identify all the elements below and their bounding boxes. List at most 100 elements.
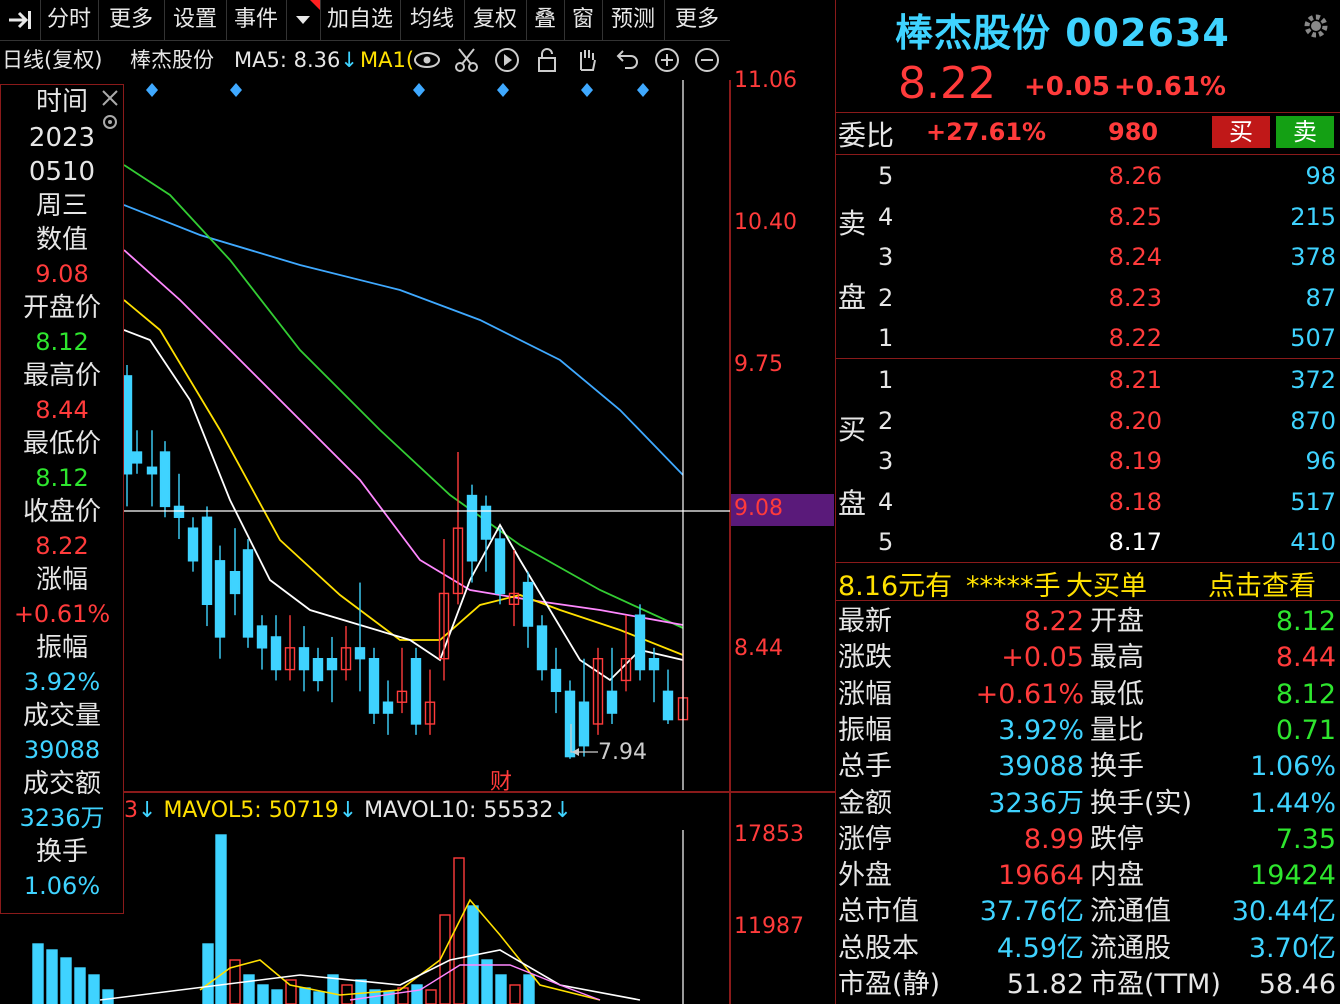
divider: [835, 562, 1340, 563]
event-diamond-icon: [637, 83, 649, 97]
hand-icon[interactable]: [573, 46, 601, 74]
low-marker-label: 7.94: [598, 740, 647, 765]
candle-body: [662, 690, 674, 721]
volume-bar: [243, 974, 255, 1004]
gear-icon[interactable]: [99, 111, 121, 133]
buy-button[interactable]: 买: [1212, 116, 1270, 148]
ask-price: 8.25: [1108, 202, 1162, 231]
info-value: 9.08: [35, 260, 89, 288]
bid-row[interactable]: 4 8.18 517: [872, 482, 1340, 522]
toolbar-item-more-2[interactable]: 更多: [664, 0, 730, 40]
big-order-row[interactable]: 8.16元有: [838, 564, 952, 603]
candle-body: [536, 625, 548, 671]
volume-axis-tick: 11987: [734, 914, 804, 939]
price-axis-tick: 9.75: [734, 352, 783, 377]
info-close: 8.22: [35, 532, 89, 560]
toolbar-item-forecast[interactable]: 预测: [602, 0, 665, 40]
settings-gear-icon[interactable]: [1300, 10, 1332, 42]
kline-chart[interactable]: [0, 80, 835, 1004]
ask-row[interactable]: 1 8.22 507: [872, 318, 1340, 358]
toolbar-item-adjust[interactable]: 复权: [464, 0, 527, 40]
volume-bar: [60, 957, 72, 1004]
zoom-in-icon[interactable]: [653, 46, 681, 74]
sell-button[interactable]: 卖: [1276, 116, 1334, 148]
volume-bar: [46, 949, 58, 1004]
stat-value: 39088: [998, 751, 1084, 783]
info-change: +0.61%: [13, 600, 111, 628]
stat-value: 58.46: [1258, 969, 1336, 1000]
ask-volume: 215: [1290, 202, 1336, 231]
stat-value: +0.61%: [975, 678, 1084, 710]
volume-bar: [74, 967, 86, 1004]
stat-value: 8.99: [1023, 823, 1084, 855]
ma5-label: MA5: 8.36↓: [234, 48, 358, 72]
volume-bar: [453, 857, 465, 1004]
stat-label: 市盈(静): [838, 969, 941, 1000]
bid-price: 8.17: [1108, 528, 1162, 556]
ask-row[interactable]: 4 8.25 215: [872, 197, 1340, 237]
info-low: 8.12: [35, 464, 89, 492]
toolbar-item-window[interactable]: 窗: [564, 0, 603, 40]
toolbar-item-settings[interactable]: 设置: [164, 0, 227, 40]
bid-row[interactable]: 3 8.19 96: [872, 441, 1340, 481]
candle-body: [578, 701, 590, 747]
ask-row[interactable]: 2 8.23 87: [872, 278, 1340, 318]
candle-body: [634, 614, 646, 671]
stat-label: 最新: [838, 606, 892, 637]
info-high: 8.44: [35, 396, 89, 424]
toolbar-item-add-watchlist[interactable]: 加自选: [320, 0, 401, 40]
ask-price: 8.26: [1108, 162, 1162, 190]
stat-label: 换手: [1090, 751, 1144, 783]
stat-label: 振幅: [838, 714, 892, 746]
bid-volume: 410: [1290, 528, 1336, 556]
price-axis-tick: 8.44: [734, 636, 783, 661]
eye-icon[interactable]: [413, 46, 441, 74]
close-icon[interactable]: [99, 87, 121, 109]
period-label[interactable]: 日线(复权): [2, 40, 102, 80]
volume-bar: [257, 984, 269, 1004]
undo-icon[interactable]: [613, 46, 641, 74]
toolbar-item-ma[interactable]: 均线: [400, 0, 465, 40]
stock-label: 棒杰股份: [130, 48, 214, 72]
weibi-value: +27.61%: [926, 118, 1047, 146]
candle-body: [368, 658, 380, 714]
bid-row[interactable]: 1 8.21 372: [872, 360, 1340, 400]
lock-icon[interactable]: [533, 46, 561, 74]
toolbar-item-fenshi[interactable]: 分时: [40, 0, 99, 40]
info-panel: 时间 2023 0510 周三 数值 9.08 开盘价 8.12 最高价 8.4…: [0, 84, 124, 914]
candle-body: [550, 668, 562, 693]
candle-body: [201, 516, 213, 606]
toolbar-item-more[interactable]: 更多: [98, 0, 165, 40]
volume-header: 3↓ MAVOL5: 50719↓ MAVOL10: 55532↓: [124, 798, 572, 823]
volume-bar: [102, 989, 114, 1004]
candle-body: [270, 636, 282, 671]
sell-side-label-2: 盘: [838, 281, 867, 314]
bid-level: 3: [878, 447, 894, 475]
event-marker[interactable]: 财: [490, 764, 512, 796]
event-diamonds: [146, 83, 649, 97]
bid-price: 8.18: [1108, 487, 1162, 516]
toolbar: 分时 更多 设置 事件 加自选 均线 复权 叠 窗 预测 更多: [0, 0, 730, 41]
bid-price: 8.21: [1108, 366, 1162, 394]
play-icon[interactable]: [493, 46, 521, 74]
dropdown-arrow-icon[interactable]: [286, 0, 321, 40]
big-order-link[interactable]: 点击查看: [1208, 564, 1316, 603]
ask-row[interactable]: 5 8.26 98: [872, 156, 1340, 196]
divider: [835, 154, 1340, 155]
crosshair-price-label: 9.08: [734, 496, 783, 521]
candle-body: [564, 690, 576, 758]
zoom-out-icon[interactable]: [693, 46, 721, 74]
toolbar-item-overlay[interactable]: 叠: [526, 0, 565, 40]
bid-row[interactable]: 5 8.17 410: [872, 522, 1340, 562]
bid-row[interactable]: 2 8.20 870: [872, 401, 1340, 441]
bid-level: 2: [878, 406, 894, 435]
stat-label: 金额: [838, 787, 892, 819]
scissors-icon[interactable]: [453, 46, 481, 74]
toolbar-item-events[interactable]: 事件: [226, 0, 287, 40]
expand-icon[interactable]: [0, 0, 41, 40]
ask-row[interactable]: 3 8.24 378: [872, 237, 1340, 277]
volume-bar: [411, 984, 423, 1004]
info-volume-label: 成交量: [22, 701, 101, 731]
ma10-label: MA1(: [360, 48, 414, 72]
ask-price: 8.23: [1108, 283, 1162, 312]
